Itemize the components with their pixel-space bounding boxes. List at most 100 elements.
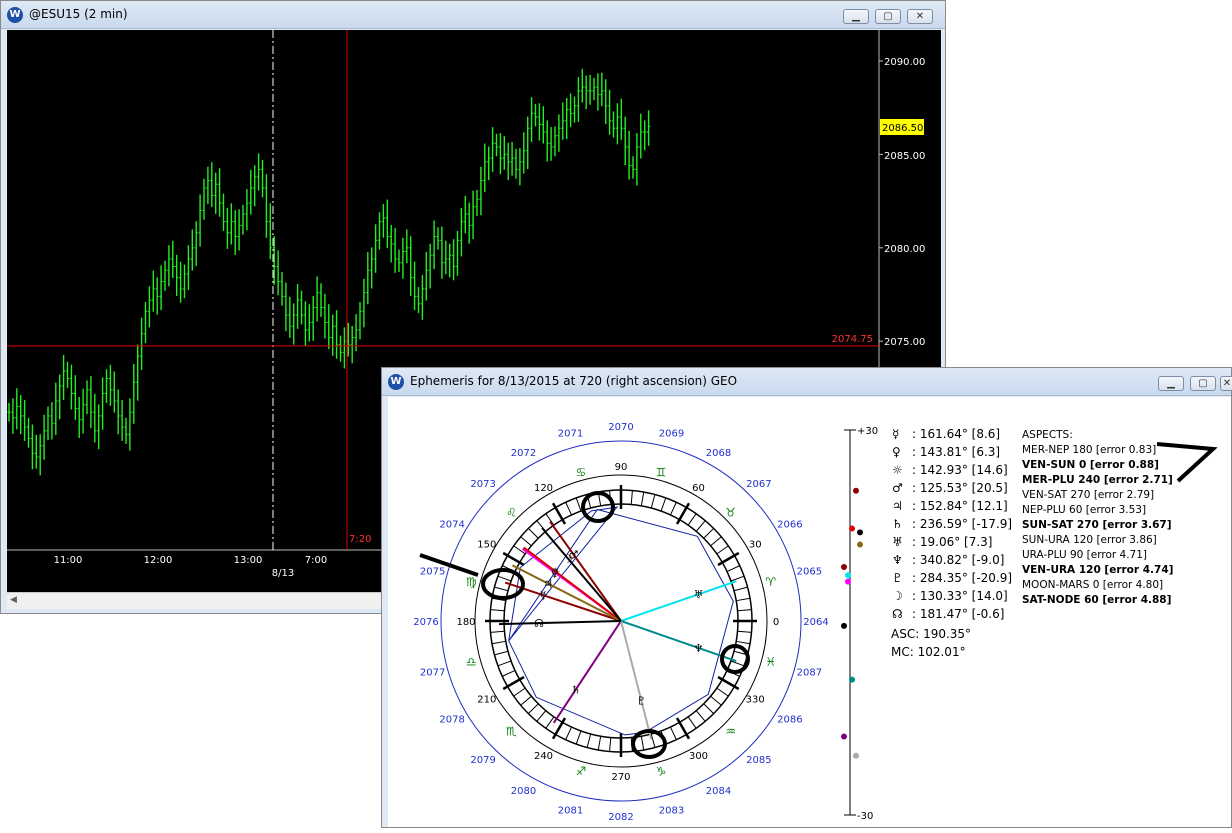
date-label: 8/13 [272, 568, 294, 579]
ephemeris-window[interactable]: W Ephemeris for 8/13/2015 at 720 (right … [381, 367, 1232, 828]
declination-dot [841, 733, 847, 740]
degree-tick [710, 536, 722, 547]
degree-tick [490, 630, 505, 633]
degree-tick [703, 703, 714, 714]
maximize-button[interactable]: ▢ [875, 9, 901, 24]
aspect-item: NEP-PLU 60 [error 3.53] [1022, 504, 1146, 516]
degree-tick [520, 695, 532, 706]
minimize-button[interactable]: ▁ [1158, 376, 1184, 391]
degree-tick [545, 513, 555, 526]
aspect-item: MOON-MARS 0 [error 4.80] [1022, 579, 1163, 591]
planet-ray [620, 580, 737, 622]
degree-tick [695, 520, 706, 532]
degree-tick [736, 640, 751, 645]
degree-tick [536, 710, 547, 722]
declination-scale: +30 -30 [841, 426, 878, 822]
degree-tick [528, 528, 539, 539]
planet-position: : 152.84° [12.1] [912, 499, 1008, 513]
declination-dot [841, 563, 847, 570]
planet-ray [549, 521, 622, 622]
degree-tick [736, 597, 751, 602]
degree-label: 300 [689, 751, 708, 762]
y-tick-label: 2080.00 [884, 244, 925, 255]
degree-label: 150 [477, 540, 496, 551]
declination-dot [845, 578, 851, 585]
degree-label: 330 [746, 695, 765, 706]
planet-glyph: ☊ [534, 617, 544, 630]
close-button[interactable]: ✕ [907, 9, 933, 24]
degree-tick [687, 513, 697, 526]
aspect-item: SAT-NODE 60 [error 4.88] [1022, 594, 1171, 606]
w-logo-icon: W [7, 7, 23, 23]
zodiac-glyph: ♊ [656, 465, 667, 479]
maximize-button[interactable]: ▢ [1190, 376, 1216, 391]
degree-tick [716, 545, 729, 555]
y-tick-label: 2085.00 [884, 151, 925, 162]
planet-ray [620, 620, 653, 740]
crosshair-price-label: 2074.75 [832, 334, 873, 345]
degree-tick [687, 716, 697, 729]
aspect-item: URA-PLU 90 [error 4.71] [1022, 549, 1147, 561]
degree-tick [490, 609, 505, 612]
degree-label: 210 [477, 695, 496, 706]
planet-glyph: ☿ [540, 589, 547, 602]
aspect-item: VEN-SAT 270 [error 2.79] [1022, 489, 1154, 501]
zodiac-glyph: ♋ [576, 465, 587, 479]
degree-tick [575, 730, 582, 745]
degree-tick [494, 650, 509, 656]
declination-dot [849, 525, 855, 532]
degree-label: 60 [692, 483, 705, 494]
degree-label: 30 [749, 540, 762, 551]
degree-tick [737, 609, 752, 612]
outer-price-label: 2085 [746, 755, 771, 766]
chart-title-bar[interactable]: W @ESU15 (2 min) ▁ ▢ ✕ [1, 1, 945, 29]
degree-label: 240 [534, 751, 553, 762]
degree-tick [528, 703, 539, 714]
outer-price-label: 2067 [746, 479, 771, 490]
planet-symbol: ♂ [892, 481, 903, 495]
planet-position: : 161.64° [8.6] [912, 427, 1000, 441]
declination-dot [857, 529, 863, 536]
outer-price-label: 2084 [706, 786, 731, 797]
planet-symbol: ♃ [892, 499, 903, 513]
zodiac-glyph: ♑ [656, 765, 667, 779]
outer-price-label: 2064 [803, 617, 828, 628]
planet-ray [620, 620, 737, 663]
degree-tick [650, 733, 656, 748]
outer-price-label: 2082 [608, 812, 633, 823]
degree-label: 120 [534, 483, 553, 494]
degree-tick [565, 502, 573, 516]
planet-symbol: ♆ [892, 553, 903, 567]
ephemeris-title-bar[interactable]: W Ephemeris for 8/13/2015 at 720 (right … [382, 368, 1232, 396]
x-tick-label: 12:00 [144, 555, 173, 566]
planet-symbol: ♄ [892, 517, 903, 531]
aspect-item: MER-NEP 180 [error 0.83] [1022, 444, 1156, 456]
aspects-header: ASPECTS: [1022, 429, 1073, 441]
zodiac-glyph: ♐ [576, 765, 587, 779]
degree-tick [597, 736, 602, 751]
planet-symbol: ☽ [892, 589, 903, 603]
scroll-left-icon[interactable]: ◀ [10, 595, 17, 605]
outer-price-label: 2073 [470, 479, 495, 490]
degree-tick [650, 494, 656, 509]
planet-position: : 142.93° [14.6] [912, 463, 1008, 477]
asc-value: ASC: 190.35° [891, 627, 971, 641]
outer-price-label: 2079 [470, 755, 495, 766]
planet-position: : 19.06° [7.3] [912, 535, 992, 549]
planet-glyph: ♆ [694, 642, 704, 655]
zodiac-glyph: ♎ [466, 655, 477, 669]
ephemeris-window-title: Ephemeris for 8/13/2015 at 720 (right as… [410, 374, 738, 388]
close-button[interactable]: ✕ [1220, 376, 1232, 391]
planet-position: : 181.47° [-0.6] [912, 607, 1004, 621]
degree-label: 0 [773, 617, 779, 628]
aspect-item: SUN-URA 120 [error 3.86] [1022, 534, 1157, 546]
outer-price-label: 2066 [777, 520, 802, 531]
planet-glyph: ☽ [563, 552, 573, 565]
degree-tick [669, 726, 677, 740]
degree-label: 270 [611, 772, 630, 783]
minimize-button[interactable]: ▁ [843, 9, 869, 24]
planet-glyph: ♄ [571, 683, 581, 696]
outer-price-label: 2068 [706, 448, 731, 459]
aspect-item: SUN-SAT 270 [error 3.67] [1022, 519, 1172, 531]
declination-dot [845, 572, 851, 579]
